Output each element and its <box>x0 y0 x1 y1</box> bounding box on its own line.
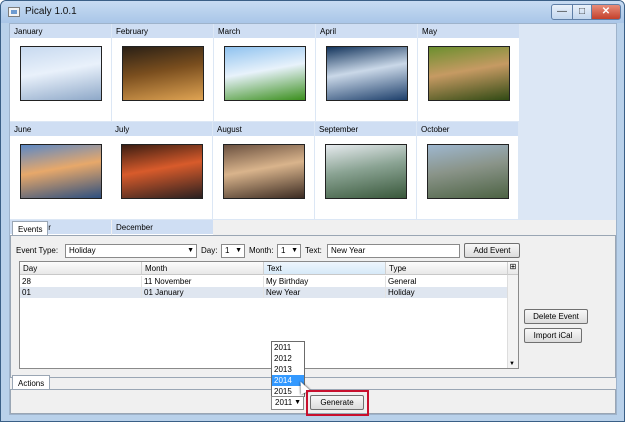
month-label: December <box>112 220 213 234</box>
event-type-value: Holiday <box>69 246 96 255</box>
event-type-label: Event Type: <box>16 246 59 255</box>
client-area: January February March April May June July Augu… <box>9 23 617 416</box>
app-window: Picaly 1.0.1 — □ ✕ January February March A… <box>0 0 625 422</box>
chevron-down-icon: ▼ <box>291 247 298 254</box>
window-title: Picaly 1.0.1 <box>25 6 77 17</box>
month-label: February <box>112 24 213 38</box>
valley-mountains-photo[interactable] <box>325 144 407 199</box>
table-menu-icon[interactable]: ⊞ <box>508 262 518 275</box>
month-label: January <box>10 24 111 38</box>
events-panel: Event Type: Holiday ▼ Day: 1 ▼ Month: 1 … <box>10 235 616 378</box>
month-cell-january[interactable]: January <box>10 24 111 121</box>
month-value: 1 <box>281 246 286 255</box>
chevron-down-icon: ▼ <box>235 247 242 254</box>
table-cell: General <box>386 276 508 287</box>
month-label: September <box>315 122 416 136</box>
cloudy-sky-photo[interactable] <box>326 46 408 101</box>
tab-actions[interactable]: Actions <box>12 375 51 389</box>
month-cell-february[interactable]: February <box>112 24 213 121</box>
chevron-down-icon: ▼ <box>187 247 194 254</box>
month-cell-september[interactable]: September <box>315 122 416 219</box>
day-label: Day: <box>201 246 218 255</box>
day-select[interactable]: 1 ▼ <box>221 244 245 258</box>
column-header-type[interactable]: Type <box>386 262 508 275</box>
add-event-button[interactable]: Add Event <box>464 243 520 258</box>
year-option[interactable]: 2012 <box>272 353 304 364</box>
month-cell-may[interactable]: May <box>418 24 519 121</box>
month-cell-july[interactable]: July <box>111 122 212 219</box>
event-type-select[interactable]: Holiday ▼ <box>65 244 197 258</box>
close-button[interactable]: ✕ <box>591 4 621 20</box>
table-cell: 11 November <box>142 276 264 287</box>
year-select[interactable]: 2011 ▼ <box>271 396 304 410</box>
month-select[interactable]: 1 ▼ <box>277 244 301 258</box>
scroll-down-icon[interactable]: ▼ <box>509 361 515 367</box>
month-label: July <box>111 122 212 136</box>
import-ical-button[interactable]: Import iCal <box>524 328 582 343</box>
month-cell-october[interactable]: October <box>417 122 518 219</box>
green-hills-photo[interactable] <box>224 46 306 101</box>
delete-event-button[interactable]: Delete Event <box>524 309 588 324</box>
table-row[interactable]: 28 11 November My Birthday General <box>20 276 508 287</box>
month-grid: January February March April May June July Augu… <box>10 24 616 317</box>
autumn-forest-photo[interactable] <box>122 46 204 101</box>
month-label: June <box>10 122 111 136</box>
tab-events[interactable]: Events <box>12 221 49 235</box>
tab-actions-label: Actions <box>18 379 45 388</box>
chevron-down-icon: ▼ <box>294 399 301 406</box>
event-text-value: New Year <box>331 246 366 255</box>
table-cell: Holiday <box>386 287 508 298</box>
road-trees-photo[interactable] <box>427 144 509 199</box>
cats-in-grass-photo[interactable] <box>428 46 510 101</box>
table-cell: New Year <box>264 287 386 298</box>
month-label: October <box>417 122 518 136</box>
month-cell-march[interactable]: March <box>214 24 315 121</box>
events-table: Day Month Text Type ⊞ 28 11 November My … <box>19 261 519 369</box>
generate-button[interactable]: Generate <box>310 395 364 410</box>
app-icon <box>8 7 20 17</box>
month-label: May <box>418 24 519 38</box>
day-value: 1 <box>225 246 230 255</box>
lake-reflection-photo[interactable] <box>223 144 305 199</box>
lake-mountain-sunset-photo[interactable] <box>20 144 102 199</box>
month-label: March <box>214 24 315 38</box>
event-text-input[interactable]: New Year <box>327 244 460 258</box>
month-label: August <box>213 122 314 136</box>
year-value: 2011 <box>275 398 293 407</box>
year-option[interactable]: 2013 <box>272 364 304 375</box>
minimize-button[interactable]: — <box>551 4 573 20</box>
year-option[interactable]: 2011 <box>272 342 304 353</box>
tab-events-label: Events <box>18 225 43 234</box>
red-sunset-tree-photo[interactable] <box>121 144 203 199</box>
maximize-button[interactable]: □ <box>572 4 592 20</box>
table-cell: 01 January <box>142 287 264 298</box>
snow-cabin-photo[interactable] <box>20 46 102 101</box>
table-cell: My Birthday <box>264 276 386 287</box>
column-header-day[interactable]: Day <box>20 262 142 275</box>
month-cell-august[interactable]: August <box>213 122 314 219</box>
month-cell-june[interactable]: June <box>10 122 111 219</box>
table-cell: 01 <box>20 287 142 298</box>
text-label: Text: <box>305 246 322 255</box>
month-label: April <box>316 24 417 38</box>
month-label: Month: <box>249 246 274 255</box>
column-header-month[interactable]: Month <box>142 262 264 275</box>
title-bar[interactable]: Picaly 1.0.1 — □ ✕ <box>1 1 624 23</box>
month-cell-april[interactable]: April <box>316 24 417 121</box>
column-header-text[interactable]: Text <box>264 262 386 275</box>
table-scrollbar[interactable]: ▼ <box>507 275 518 368</box>
table-cell: 28 <box>20 276 142 287</box>
table-row[interactable]: 01 01 January New Year Holiday <box>20 287 508 298</box>
